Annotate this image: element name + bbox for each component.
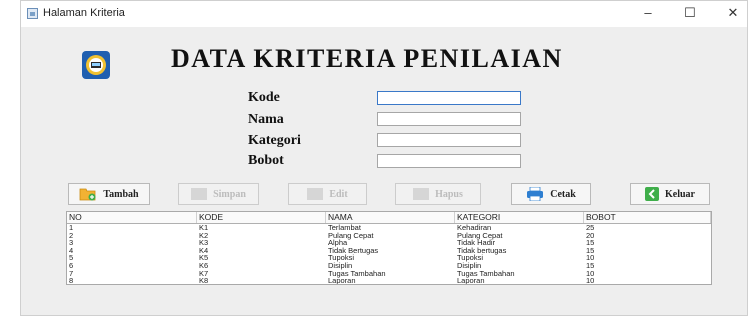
edit-icon: [307, 188, 324, 200]
nama-label: Nama: [248, 112, 284, 127]
kode-label: Kode: [248, 90, 280, 105]
emblem-icon: [82, 51, 110, 79]
cell-no: 2: [69, 230, 74, 240]
window-title: Halaman Kriteria: [43, 7, 125, 19]
minimize-button[interactable]: –: [635, 3, 661, 23]
page-title: DATA KRITERIA PENILAIAN: [171, 44, 563, 73]
cell-kode: K3: [199, 238, 209, 248]
cell-bobot: 10: [586, 253, 595, 263]
table-header: NO KODE NAMA KATEGORI BOBOT: [67, 212, 711, 224]
cell-no: 8: [69, 276, 74, 285]
keluar-button[interactable]: Keluar: [630, 183, 710, 205]
cell-bobot: 10: [586, 276, 595, 285]
kode-field[interactable]: [377, 91, 521, 105]
column-header-no[interactable]: NO: [67, 212, 197, 223]
hapus-label: Hapus: [435, 188, 463, 200]
cell-no: 3: [69, 238, 74, 248]
table-row[interactable]: 3 K3 Alpha Tidak Hadir 15: [67, 239, 711, 247]
hapus-button[interactable]: Hapus: [395, 183, 481, 205]
simpan-button[interactable]: Simpan: [178, 183, 259, 205]
column-header-bobot[interactable]: BOBOT: [584, 212, 711, 223]
cell-bobot: 20: [586, 230, 595, 240]
cell-kode: K7: [199, 268, 209, 278]
exit-icon: [645, 187, 659, 201]
cell-no: 1: [69, 223, 74, 232]
delete-icon: [413, 188, 430, 200]
edit-button[interactable]: Edit: [288, 183, 367, 205]
cell-no: 5: [69, 253, 74, 263]
title-bar: Halaman Kriteria – ☐ ✕: [21, 1, 747, 27]
cell-kode: K6: [199, 260, 209, 270]
cell-bobot: 25: [586, 223, 595, 232]
edit-label: Edit: [329, 188, 348, 200]
cell-bobot: 15: [586, 260, 595, 270]
column-header-kode[interactable]: KODE: [197, 212, 326, 223]
cell-no: 7: [69, 268, 74, 278]
bobot-label: Bobot: [248, 153, 284, 168]
kategori-field[interactable]: [377, 133, 521, 147]
cell-nama: Laporan: [328, 276, 356, 285]
cell-kode: K2: [199, 230, 209, 240]
cell-kode: K5: [199, 253, 209, 263]
table-row[interactable]: 4 K4 Tidak Bertugas Tidak bertugas 15: [67, 247, 711, 255]
table-body: 1 K1 Terlambat Kehadiran 25 2 K2 Pulang …: [67, 224, 711, 285]
tambah-button[interactable]: Tambah: [68, 183, 150, 205]
nama-field[interactable]: [377, 112, 521, 126]
cell-bobot: 10: [586, 268, 595, 278]
column-header-kategori[interactable]: KATEGORI: [455, 212, 584, 223]
kriteria-table[interactable]: NO KODE NAMA KATEGORI BOBOT 1 K1 Terlamb…: [66, 211, 712, 285]
cell-bobot: 15: [586, 245, 595, 255]
cetak-button[interactable]: Cetak: [511, 183, 591, 205]
cell-kode: K4: [199, 245, 209, 255]
table-row[interactable]: 2 K2 Pulang Cepat Pulang Cepat 20: [67, 230, 711, 240]
cell-kategori: Laporan: [457, 276, 485, 285]
keluar-label: Keluar: [665, 188, 695, 200]
table-row[interactable]: 7 K7 Tugas Tambahan Tugas Tambahan 10: [67, 268, 711, 278]
maximize-button[interactable]: ☐: [677, 3, 703, 23]
cell-kode: K1: [199, 223, 209, 232]
cell-bobot: 15: [586, 238, 595, 248]
kategori-label: Kategori: [248, 133, 301, 148]
table-row[interactable]: 5 K5 Tupoksi Tupoksi 10: [67, 254, 711, 262]
table-row[interactable]: 6 K6 Disiplin Disiplin 15: [67, 262, 711, 270]
simpan-label: Simpan: [213, 188, 246, 200]
cell-no: 6: [69, 260, 74, 270]
table-row[interactable]: 1 K1 Terlambat Kehadiran 25: [67, 224, 711, 232]
save-icon: [191, 188, 208, 200]
bobot-field[interactable]: [377, 154, 521, 168]
tambah-label: Tambah: [103, 188, 139, 200]
cetak-label: Cetak: [550, 188, 576, 200]
window-icon: [27, 8, 38, 19]
close-button[interactable]: ✕: [720, 3, 746, 23]
cell-kode: K8: [199, 276, 209, 285]
main-window: Halaman Kriteria – ☐ ✕ DATA KRITERIA PEN…: [20, 0, 748, 316]
printer-icon: [527, 187, 544, 201]
column-header-nama[interactable]: NAMA: [326, 212, 455, 223]
table-row[interactable]: 8 K8 Laporan Laporan 10: [67, 276, 711, 285]
folder-add-icon: [79, 188, 96, 201]
cell-no: 4: [69, 245, 74, 255]
